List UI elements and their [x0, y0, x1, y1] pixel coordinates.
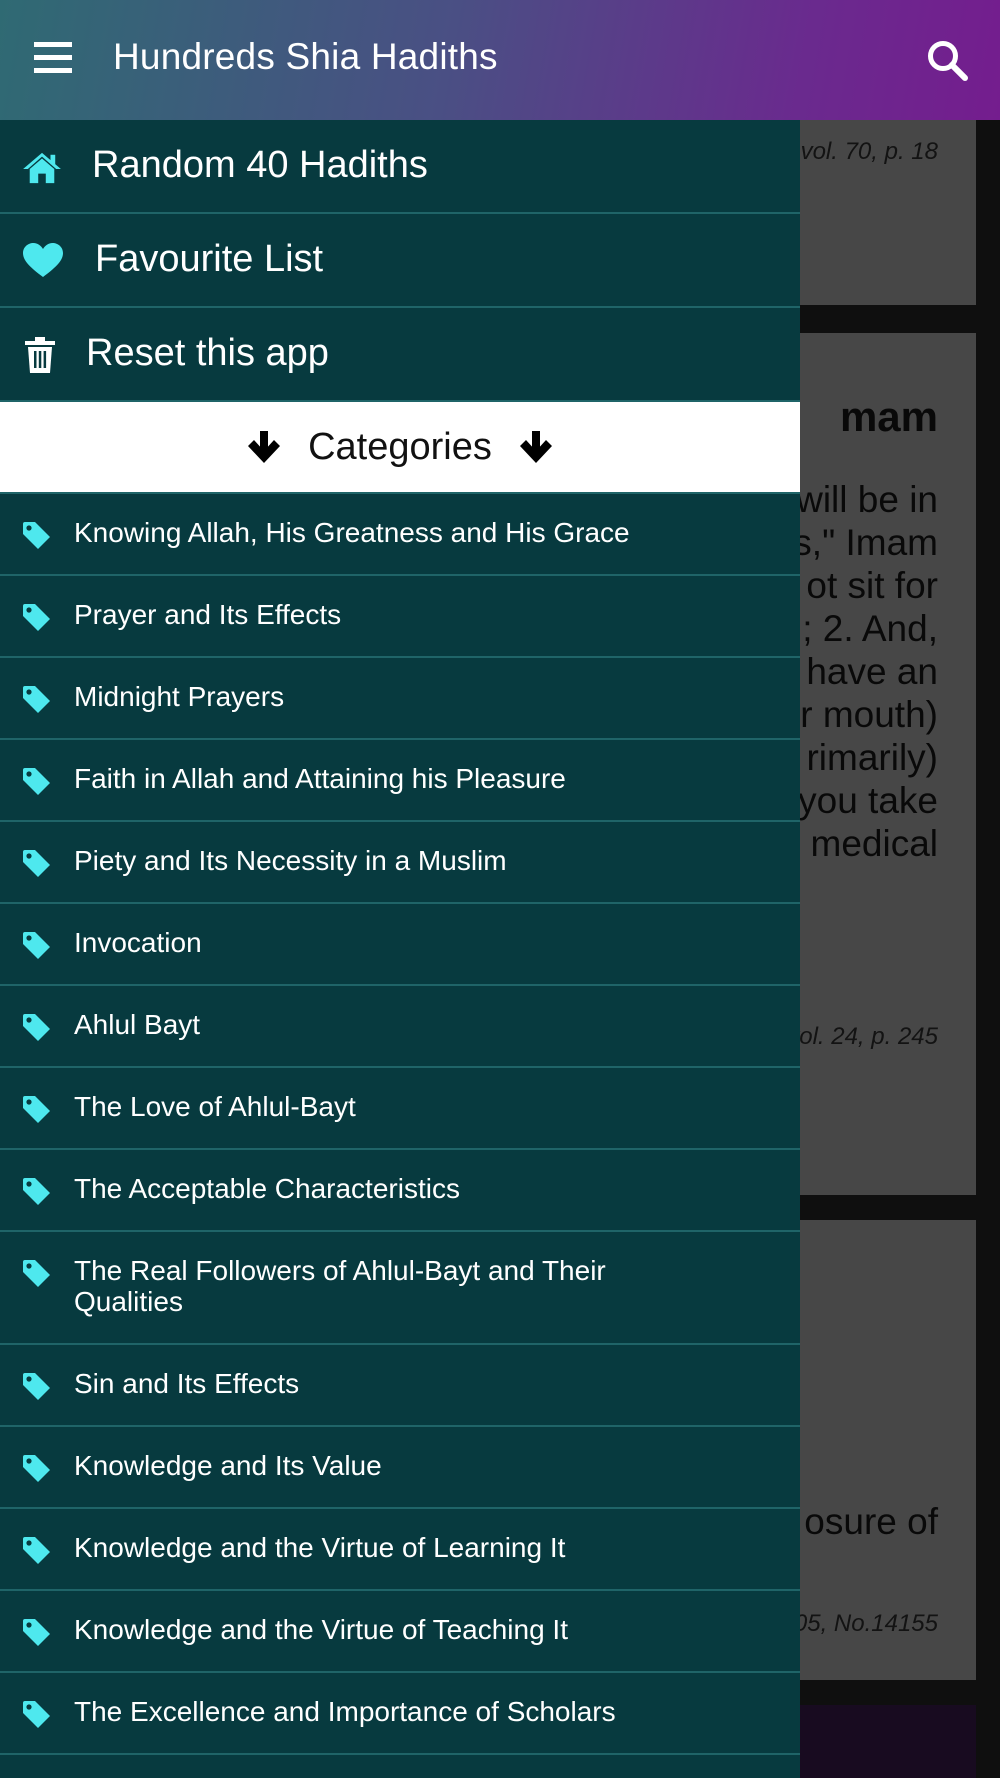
category-label: Midnight Prayers [74, 681, 285, 712]
category-label: Ahlul Bayt [74, 1009, 201, 1040]
category-label: Prayer and Its Effects [74, 599, 342, 630]
nav-item-label: Reset this app [86, 332, 329, 374]
nav-item-reset-app[interactable]: Reset this app [0, 308, 800, 402]
category-label: Invocation [74, 927, 202, 958]
category-label: Piety and Its Necessity in a Muslim [74, 845, 507, 876]
tag-icon [23, 604, 50, 631]
category-label: Knowledge and the Virtue of Teaching It [74, 1614, 568, 1645]
category-item[interactable]: Sin and Its Effects [0, 1345, 800, 1427]
category-item[interactable]: The Love of Ahlul-Bayt [0, 1068, 800, 1150]
tag-icon [23, 768, 50, 795]
category-label: Knowledge and the Virtue of Learning It [74, 1532, 566, 1563]
app-bar: Hundreds Shia Hadiths [0, 0, 1000, 120]
tag-icon [23, 1619, 50, 1646]
category-item[interactable]: Invocation [0, 904, 800, 986]
nav-item-random-40-hadiths[interactable]: Random 40 Hadiths [0, 120, 800, 214]
category-label: Knowing Allah, His Greatness and His Gra… [74, 517, 630, 548]
category-label: Knowledge and Its Value [74, 1450, 382, 1481]
tag-icon [23, 1701, 50, 1728]
arrow-down-icon [519, 431, 552, 463]
trash-icon [25, 337, 55, 373]
category-label: The Acceptable Characteristics [74, 1173, 460, 1204]
home-icon [23, 152, 61, 184]
tag-icon [23, 1096, 50, 1123]
tag-icon [23, 1455, 50, 1482]
tag-icon [23, 1260, 50, 1287]
category-item[interactable]: Faith in Allah and Attaining his Pleasur… [0, 740, 800, 822]
category-item[interactable]: Knowledge and the Virtue of Learning It [0, 1509, 800, 1591]
category-item[interactable]: Knowledge and Its Value [0, 1427, 800, 1509]
category-label: Sin and Its Effects [74, 1368, 300, 1399]
search-icon[interactable] [925, 38, 969, 82]
category-label: The Love of Ahlul-Bayt [74, 1091, 356, 1122]
app-title: Hundreds Shia Hadiths [113, 36, 498, 77]
category-item[interactable]: Knowing Allah, His Greatness and His Gra… [0, 494, 800, 576]
tag-icon [23, 932, 50, 959]
arrow-down-icon [248, 431, 281, 463]
category-label: The Excellence and Importance of Scholar… [74, 1696, 616, 1727]
category-label: The Real Followers of Ahlul-Bayt and The… [74, 1255, 606, 1317]
category-item[interactable]: Knowledge and the Virtue of Teaching It [0, 1591, 800, 1673]
category-item[interactable]: Ahlul Bayt [0, 986, 800, 1068]
nav-item-label: Favourite List [95, 238, 324, 280]
tag-icon [23, 522, 50, 549]
menu-icon[interactable] [34, 42, 72, 74]
tag-icon [23, 850, 50, 877]
navigation-drawer: Random 40 Hadiths Favourite List Reset t… [0, 120, 800, 1778]
tag-icon [23, 1014, 50, 1041]
category-item[interactable]: The Excellence and Importance of Scholar… [0, 1673, 800, 1755]
category-item[interactable]: Midnight Prayers [0, 658, 800, 740]
tag-icon [23, 1537, 50, 1564]
categories-header: Categories [0, 402, 800, 494]
tag-icon [23, 686, 50, 713]
category-item[interactable]: The Acceptable Characteristics [0, 1150, 800, 1232]
nav-item-label: Random 40 Hadiths [92, 144, 428, 186]
categories-title: Categories [308, 425, 492, 468]
category-list: Knowing Allah, His Greatness and His Gra… [0, 494, 800, 1755]
category-item[interactable]: Piety and Its Necessity in a Muslim [0, 822, 800, 904]
heart-icon [23, 243, 63, 277]
tag-icon [23, 1373, 50, 1400]
category-item[interactable]: Prayer and Its Effects [0, 576, 800, 658]
tag-icon [23, 1178, 50, 1205]
nav-item-favourite-list[interactable]: Favourite List [0, 214, 800, 308]
category-item[interactable]: The Real Followers of Ahlul-Bayt and The… [0, 1232, 800, 1345]
category-label: Faith in Allah and Attaining his Pleasur… [74, 763, 566, 794]
